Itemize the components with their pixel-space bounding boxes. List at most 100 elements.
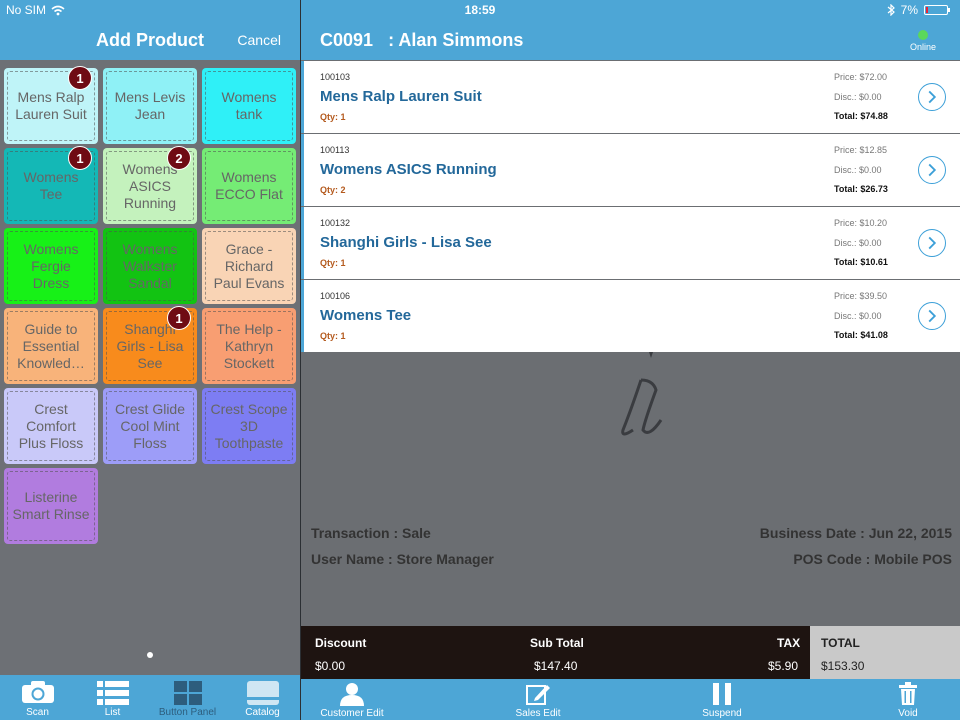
- status-time: 18:59: [464, 3, 496, 17]
- trash-icon: [899, 682, 917, 705]
- product-tile[interactable]: Womens Walkster Sandal: [103, 228, 197, 304]
- sale-item-row[interactable]: 100103 Mens Ralp Lauren Suit Qty: 1 Price: …: [301, 61, 960, 133]
- quantity-badge: 1: [68, 66, 92, 90]
- pos-code: POS Code : Mobile POS: [793, 551, 952, 567]
- pause-icon: [713, 683, 731, 705]
- tab-list[interactable]: List: [75, 675, 150, 720]
- product-tile[interactable]: Grace - Richard Paul Evans: [202, 228, 296, 304]
- product-tile-label: Mens Levis Jean: [106, 71, 194, 141]
- suspend-button[interactable]: Suspend: [672, 679, 772, 720]
- add-product-panel: Add Product Cancel Mens Ralp Lauren Suit…: [0, 0, 300, 720]
- battery-label: 7%: [900, 3, 918, 17]
- list-icon: [96, 681, 129, 705]
- item-total: Total: $41.08: [834, 330, 888, 340]
- product-tile[interactable]: Womens ECCO Flat: [202, 148, 296, 224]
- product-tile-label: Womens Walkster Sandal: [106, 231, 194, 301]
- subtotal-value: $147.40: [534, 659, 578, 673]
- suspend-label: Suspend: [702, 708, 742, 719]
- product-tile-label: Womens tank: [205, 71, 293, 141]
- product-tile-label: Crest Scope 3D Toothpaste: [205, 391, 293, 461]
- total-value: $153.30: [821, 659, 865, 673]
- item-name: Womens Tee: [320, 307, 412, 324]
- product-tile[interactable]: Womens ASICS Running 2: [103, 146, 197, 224]
- item-price: Price: $10.20: [834, 218, 888, 228]
- totals-bar: Discount $0.00 Sub Total $147.40 TAX $5.…: [301, 626, 960, 679]
- tab-list-label: List: [104, 707, 121, 718]
- customer-edit-button[interactable]: Customer Edit: [302, 679, 402, 720]
- product-tile-label: Womens ECCO Flat: [205, 151, 293, 221]
- discount-label: Discount: [315, 636, 367, 650]
- customer-edit-label: Customer Edit: [320, 708, 384, 719]
- business-date: Business Date : Jun 22, 2015: [759, 525, 952, 541]
- cancel-button[interactable]: Cancel: [237, 32, 281, 48]
- sale-item-row[interactable]: 100106 Womens Tee Qty: 1 Price: $39.50 Disc.…: [301, 280, 960, 352]
- page-indicator: [147, 652, 153, 658]
- user-name: User Name : Store Manager: [311, 551, 494, 567]
- item-qty: Qty: 1: [320, 258, 346, 268]
- tab-catalog[interactable]: Catalog: [225, 675, 300, 720]
- person-icon: [340, 683, 364, 706]
- quantity-badge: 2: [167, 146, 191, 170]
- item-name: Womens ASICS Running: [320, 161, 497, 178]
- product-tile-label: Crest Comfort Plus Floss: [7, 391, 95, 461]
- product-tile[interactable]: Mens Ralp Lauren Suit 1: [4, 66, 98, 144]
- product-tile[interactable]: Womens Fergie Dress: [4, 228, 98, 304]
- sales-edit-label: Sales Edit: [515, 708, 561, 719]
- item-code: 100132: [320, 218, 351, 228]
- item-qty: Qty: 1: [320, 331, 346, 341]
- battery-icon: [924, 5, 950, 15]
- chevron-right-icon[interactable]: [918, 156, 946, 184]
- sale-item-row[interactable]: 100132 Shanghi Girls - Lisa See Qty: 1 Pric…: [301, 207, 960, 279]
- sale-action-bar: Customer Edit Sales Edit Suspend Void: [301, 679, 960, 720]
- item-discount: Disc.: $0.00: [834, 92, 882, 102]
- product-tile[interactable]: Mens Levis Jean: [103, 68, 197, 144]
- grid-icon: [173, 681, 202, 705]
- void-button[interactable]: Void: [858, 679, 958, 720]
- tab-catalog-label: Catalog: [245, 707, 280, 718]
- tab-scan-label: Scan: [26, 707, 49, 718]
- tab-button-panel[interactable]: Button Panel: [150, 675, 225, 720]
- product-tile[interactable]: Crest Scope 3D Toothpaste: [202, 388, 296, 464]
- quantity-badge: 1: [68, 146, 92, 170]
- item-total: Total: $10.61: [834, 257, 888, 267]
- product-tile-label: Guide to Essential Knowled…: [7, 311, 95, 381]
- item-code: 100103: [320, 72, 351, 82]
- customer-code: C0091: [320, 30, 374, 50]
- item-total: Total: $26.73: [834, 184, 888, 194]
- chevron-right-icon[interactable]: [918, 83, 946, 111]
- product-tile[interactable]: Womens tank: [202, 68, 296, 144]
- edit-icon: [526, 685, 550, 705]
- product-tile[interactable]: Guide to Essential Knowled…: [4, 308, 98, 384]
- transaction-type: Transaction : Sale: [311, 525, 431, 541]
- product-tile-label: Listerine Smart Rinse: [7, 471, 95, 541]
- total-label: TOTAL: [821, 636, 860, 650]
- product-tile[interactable]: Crest Glide Cool Mint Floss: [103, 388, 197, 464]
- sale-panel: C0091 : Alan Simmons Online 100103 Mens R…: [301, 0, 960, 720]
- catalog-icon: [246, 681, 279, 705]
- tax-label: TAX: [777, 636, 801, 650]
- item-qty: Qty: 2: [320, 185, 346, 195]
- chevron-right-icon[interactable]: [918, 229, 946, 257]
- tax-value: $5.90: [768, 659, 799, 673]
- item-price: Price: $12.85: [834, 145, 888, 155]
- status-right: 7%: [887, 3, 950, 17]
- product-tile[interactable]: Listerine Smart Rinse: [4, 468, 98, 544]
- item-discount: Disc.: $0.00: [834, 238, 882, 248]
- chevron-right-icon[interactable]: [918, 302, 946, 330]
- product-tile[interactable]: Shanghi Girls - Lisa See 1: [103, 306, 197, 384]
- product-tile-label: The Help - Kathryn Stockett: [205, 311, 293, 381]
- void-label: Void: [898, 708, 918, 719]
- tab-scan[interactable]: Scan: [0, 675, 75, 720]
- tab-button-panel-label: Button Panel: [158, 707, 217, 718]
- product-tile[interactable]: Womens Tee 1: [4, 146, 98, 224]
- online-dot-icon: [918, 30, 928, 40]
- product-tile[interactable]: The Help - Kathryn Stockett: [202, 308, 296, 384]
- item-discount: Disc.: $0.00: [834, 311, 882, 321]
- product-tile[interactable]: Crest Comfort Plus Floss: [4, 388, 98, 464]
- sale-item-row[interactable]: 100113 Womens ASICS Running Qty: 2 Price: $…: [301, 134, 960, 206]
- sales-edit-button[interactable]: Sales Edit: [488, 679, 588, 720]
- camera-icon: [21, 681, 54, 703]
- item-code: 100113: [320, 145, 350, 155]
- product-tile-label: Womens Fergie Dress: [7, 231, 95, 301]
- customer-title[interactable]: C0091 : Alan Simmons: [320, 30, 523, 51]
